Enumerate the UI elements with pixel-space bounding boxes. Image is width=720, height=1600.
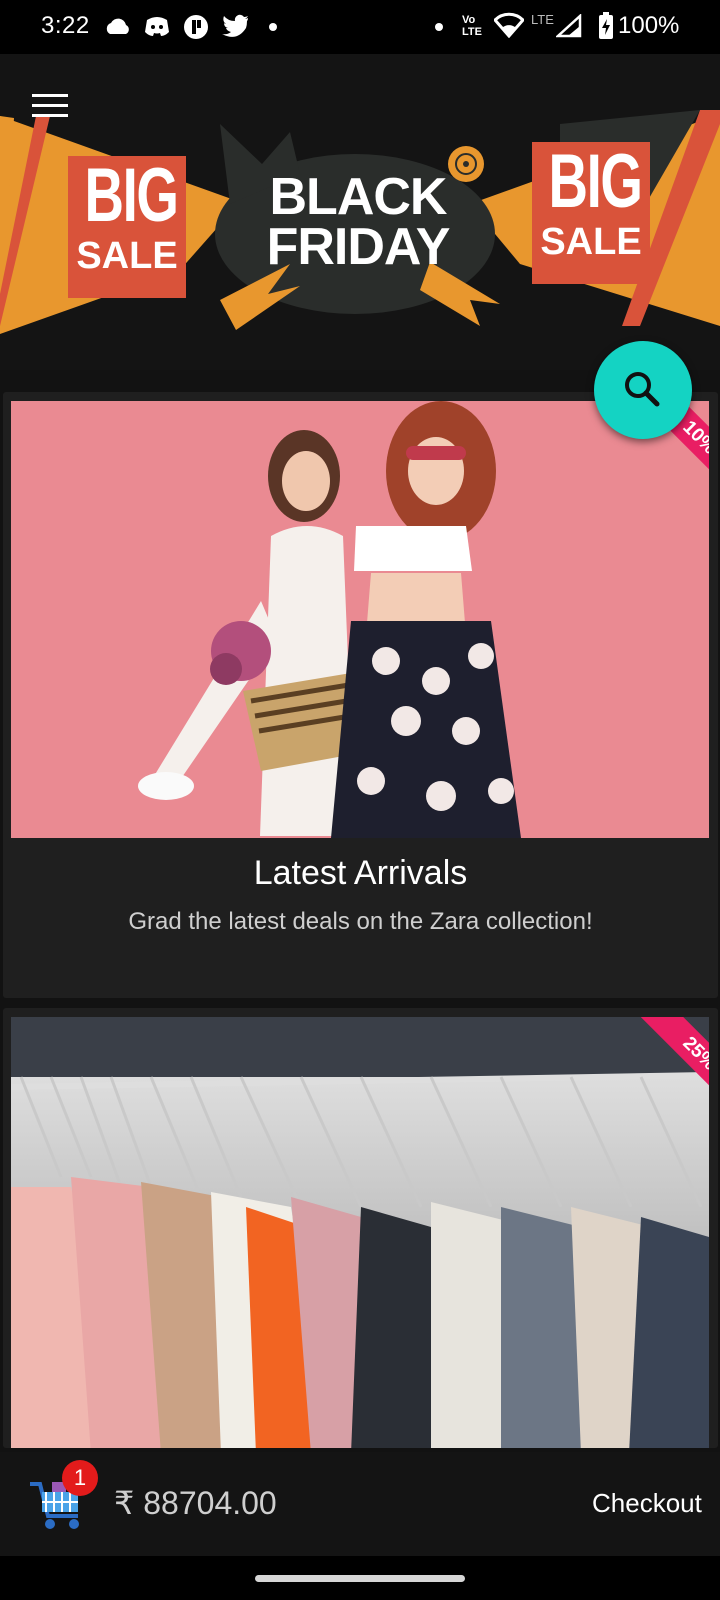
big-label: BIG	[548, 139, 643, 224]
black-label: BLACK	[269, 168, 448, 226]
volte-icon: Vo LTE	[462, 14, 482, 38]
menu-line	[32, 114, 68, 117]
volte-label-vo: Vo	[462, 14, 476, 26]
cloud-icon	[106, 18, 129, 34]
black-friday-title: BLACK FRIDAY	[250, 168, 466, 276]
cart-total: ₹ 88704.00	[114, 1485, 277, 1521]
lte-signal-icon	[556, 14, 582, 38]
big-sale-left: BIG SALE	[68, 153, 186, 277]
fashion-photo	[11, 401, 709, 838]
battery-percent: 100%	[618, 12, 680, 39]
product-card[interactable]: 10% Latest Arrivals Grad the latest deal…	[3, 392, 718, 998]
card-image: 25%	[11, 1017, 709, 1448]
friday-label: FRIDAY	[266, 218, 451, 276]
dot-icon	[435, 23, 443, 31]
cart-count-badge: 1	[62, 1460, 98, 1496]
home-gesture-handle[interactable]	[255, 1575, 465, 1582]
dot-icon	[269, 23, 277, 31]
black-friday-banner: BIG SALE BIG SALE BLACK FRIDAY	[0, 54, 720, 370]
sale-label: SALE	[76, 235, 178, 277]
status-time: 3:22	[41, 12, 90, 39]
menu-button[interactable]	[26, 86, 70, 126]
discord-icon	[145, 17, 169, 36]
card-title: Latest Arrivals	[253, 854, 468, 892]
menu-line	[32, 94, 68, 97]
twitter-icon	[222, 14, 248, 37]
checkout-button[interactable]: Checkout	[592, 1488, 702, 1519]
big-label: BIG	[84, 153, 179, 238]
sale-label: SALE	[540, 221, 642, 263]
app-icon	[184, 15, 208, 39]
search-icon	[625, 372, 660, 407]
wifi-icon	[494, 12, 524, 38]
menu-line	[32, 104, 68, 107]
clothing-rack-photo	[11, 1017, 709, 1448]
network-label: LTE	[531, 12, 554, 27]
volte-label-lte: LTE	[462, 26, 482, 38]
card-subtitle: Grad the latest deals on the Zara collec…	[128, 908, 593, 935]
cart-bar: 1 ₹ 88704.00 Checkout	[0, 1452, 720, 1556]
search-fab[interactable]	[594, 341, 692, 439]
battery-charging-icon	[599, 12, 613, 39]
big-sale-right: BIG SALE	[532, 139, 650, 263]
status-bar: 3:22 Vo LTE LTE 100%	[0, 0, 720, 54]
product-card[interactable]: 25%	[3, 1008, 718, 1448]
card-image: 10%	[11, 401, 709, 838]
